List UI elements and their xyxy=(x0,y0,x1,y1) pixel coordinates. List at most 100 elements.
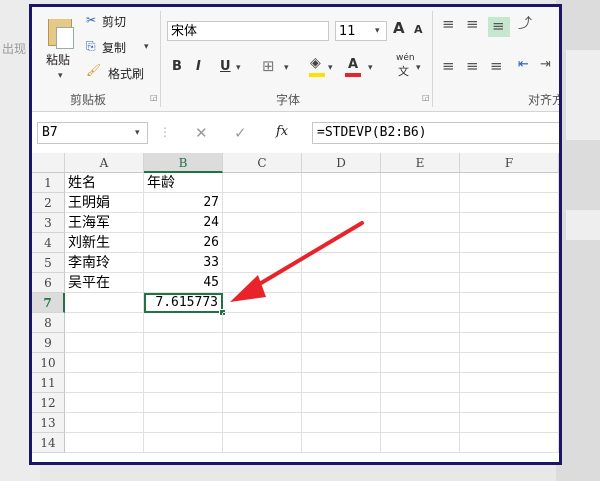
cell-a3[interactable]: 王海军 xyxy=(65,213,144,233)
cell-a6[interactable]: 吴平在 xyxy=(65,273,144,293)
font-size-dropdown-icon[interactable]: ▾ xyxy=(375,26,380,36)
cell-d2[interactable] xyxy=(302,193,381,213)
cell-d3[interactable] xyxy=(302,213,381,233)
fill-color-icon[interactable]: ◈ xyxy=(310,55,321,71)
cell-c11[interactable] xyxy=(223,373,302,393)
cell-d4[interactable] xyxy=(302,233,381,253)
cell-e8[interactable] xyxy=(381,313,460,333)
font-color-icon[interactable]: A xyxy=(348,57,358,72)
cell-a11[interactable] xyxy=(65,373,144,393)
increase-indent-icon[interactable]: ⇥ xyxy=(540,57,551,72)
cell-f11[interactable] xyxy=(460,373,559,393)
clipboard-launcher-icon[interactable]: ◲ xyxy=(150,93,158,102)
cell-b13[interactable] xyxy=(144,413,223,433)
cell-e6[interactable] xyxy=(381,273,460,293)
cell-d10[interactable] xyxy=(302,353,381,373)
cell-e12[interactable] xyxy=(381,393,460,413)
copy-dropdown-icon[interactable]: ▾ xyxy=(144,42,149,52)
cell-b12[interactable] xyxy=(144,393,223,413)
shrink-font-button[interactable]: A xyxy=(414,23,423,36)
font-name-box[interactable]: 宋体 xyxy=(167,21,329,41)
cell-a10[interactable] xyxy=(65,353,144,373)
column-header[interactable]: C xyxy=(223,153,302,173)
cell-e3[interactable] xyxy=(381,213,460,233)
cell-c1[interactable] xyxy=(223,173,302,193)
format-painter-button[interactable]: 格式刷 xyxy=(108,65,144,82)
formula-input[interactable]: =STDEVP(B2:B6) xyxy=(312,122,559,144)
cell-b6[interactable]: 45 xyxy=(144,273,223,293)
cell-b10[interactable] xyxy=(144,353,223,373)
cell-a13[interactable] xyxy=(65,413,144,433)
enter-icon[interactable]: ✓ xyxy=(234,124,247,142)
cell-d12[interactable] xyxy=(302,393,381,413)
cell-c4[interactable] xyxy=(223,233,302,253)
phonetic-icon[interactable]: 文 xyxy=(398,63,409,79)
cell-b14[interactable] xyxy=(144,433,223,453)
cell-a9[interactable] xyxy=(65,333,144,353)
cell-d1[interactable] xyxy=(302,173,381,193)
cell-f13[interactable] xyxy=(460,413,559,433)
cell-c14[interactable] xyxy=(223,433,302,453)
cell-d14[interactable] xyxy=(302,433,381,453)
font-color-dropdown-icon[interactable]: ▾ xyxy=(368,63,373,73)
orientation-icon[interactable]: ⤴ xyxy=(518,13,532,33)
cell-b2[interactable]: 27 xyxy=(144,193,223,213)
cell-e2[interactable] xyxy=(381,193,460,213)
cell-c13[interactable] xyxy=(223,413,302,433)
cell-c7[interactable] xyxy=(223,293,302,313)
column-header[interactable]: A xyxy=(65,153,144,173)
select-all-corner[interactable] xyxy=(32,153,65,173)
column-header[interactable]: F xyxy=(460,153,559,173)
paste-button[interactable]: 粘贴 ▾ xyxy=(38,19,78,89)
cell-e5[interactable] xyxy=(381,253,460,273)
row-header[interactable]: 5 xyxy=(32,253,65,273)
row-header[interactable]: 4 xyxy=(32,233,65,253)
cell-d13[interactable] xyxy=(302,413,381,433)
cell-f3[interactable] xyxy=(460,213,559,233)
align-right-icon[interactable]: ≡ xyxy=(490,57,503,75)
name-box[interactable]: B7 xyxy=(37,122,148,144)
cancel-icon[interactable]: ✕ xyxy=(195,124,208,142)
cell-f14[interactable] xyxy=(460,433,559,453)
cell-a14[interactable] xyxy=(65,433,144,453)
cell-d5[interactable] xyxy=(302,253,381,273)
row-header[interactable]: 1 xyxy=(32,173,65,193)
cell-c2[interactable] xyxy=(223,193,302,213)
cell-a2[interactable]: 王明娟 xyxy=(65,193,144,213)
cell-c10[interactable] xyxy=(223,353,302,373)
cell-c5[interactable] xyxy=(223,253,302,273)
cell-e11[interactable] xyxy=(381,373,460,393)
border-dropdown-icon[interactable]: ▾ xyxy=(284,63,289,73)
cell-b5[interactable]: 33 xyxy=(144,253,223,273)
cell-d8[interactable] xyxy=(302,313,381,333)
phonetic-dropdown-icon[interactable]: ▾ xyxy=(416,63,421,73)
decrease-indent-icon[interactable]: ⇤ xyxy=(518,57,529,72)
align-left-icon[interactable]: ≡ xyxy=(442,57,455,75)
cell-e10[interactable] xyxy=(381,353,460,373)
align-top-icon[interactable]: ≡ xyxy=(442,15,455,33)
align-bottom-button[interactable]: ≡ xyxy=(488,17,510,37)
cell-e7[interactable] xyxy=(381,293,460,313)
cell-e14[interactable] xyxy=(381,433,460,453)
row-header[interactable]: 3 xyxy=(32,213,65,233)
cell-a8[interactable] xyxy=(65,313,144,333)
column-header[interactable]: E xyxy=(381,153,460,173)
cell-e4[interactable] xyxy=(381,233,460,253)
cell-e13[interactable] xyxy=(381,413,460,433)
row-header[interactable]: 10 xyxy=(32,353,65,373)
cell-e9[interactable] xyxy=(381,333,460,353)
cell-f2[interactable] xyxy=(460,193,559,213)
cell-c9[interactable] xyxy=(223,333,302,353)
cut-button[interactable]: 剪切 xyxy=(102,13,126,30)
cell-b4[interactable]: 26 xyxy=(144,233,223,253)
font-launcher-icon[interactable]: ◲ xyxy=(422,93,430,102)
cell-d9[interactable] xyxy=(302,333,381,353)
cell-b9[interactable] xyxy=(144,333,223,353)
cell-a1[interactable]: 姓名 xyxy=(65,173,144,193)
cell-b3[interactable]: 24 xyxy=(144,213,223,233)
cell-a12[interactable] xyxy=(65,393,144,413)
cell-c8[interactable] xyxy=(223,313,302,333)
row-header[interactable]: 14 xyxy=(32,433,65,453)
row-header[interactable]: 11 xyxy=(32,373,65,393)
underline-dropdown-icon[interactable]: ▾ xyxy=(236,63,241,73)
